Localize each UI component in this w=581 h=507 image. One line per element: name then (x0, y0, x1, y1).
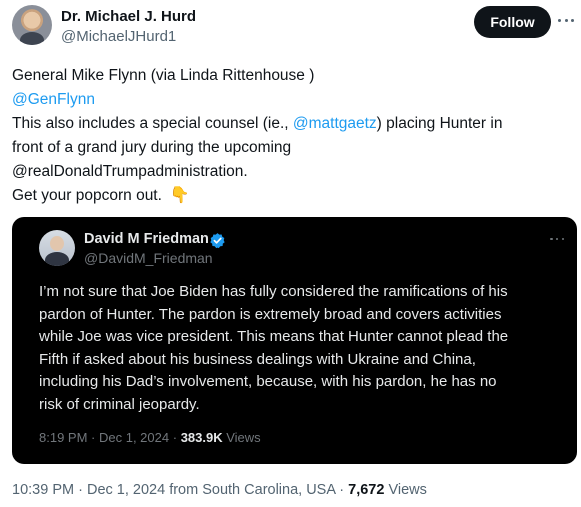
mention-mattgaetz[interactable]: @mattgaetz (293, 115, 377, 132)
author-name[interactable]: Dr. Michael J. Hurd (61, 8, 196, 25)
tweet-date[interactable]: Dec 1, 2024 (87, 482, 165, 498)
author-handle[interactable]: @MichaelJHurd1 (61, 28, 176, 45)
tweet-line-5: @realDonaldTrumpadministration. (12, 163, 248, 180)
more-options-icon[interactable] (558, 12, 574, 28)
quoted-line-2: pardon of Hunter. The pardon is extremel… (39, 305, 502, 323)
quoted-tweet-text: I’m not sure that Joe Biden has fully co… (39, 281, 564, 416)
tweet-views-count: 7,672 (348, 482, 385, 498)
tweet-line-6: Get your popcorn out. (12, 187, 162, 204)
quoted-time[interactable]: 8:19 PM (39, 430, 87, 445)
quoted-line-6: risk of criminal jeopardy. (39, 395, 200, 413)
tweet-line-4: front of a grand jury during the upcomin… (12, 139, 292, 156)
quoted-author-avatar[interactable] (39, 230, 75, 266)
quoted-tweet-card[interactable]: David M Friedman @DavidM_Friedman I’m no… (12, 217, 577, 464)
quoted-line-5: including his Dad’s involvement, because… (39, 373, 497, 390)
quoted-author-name[interactable]: David M Friedman (84, 231, 209, 247)
quoted-views-count: 383.9K (180, 430, 223, 445)
follow-button[interactable]: Follow (474, 6, 551, 38)
tweet-line-3-pre: This also includes a special counsel (ie… (12, 115, 293, 132)
tweet-views-label: Views (388, 482, 427, 498)
tweet-line-1: General Mike Flynn (via Linda Rittenhous… (12, 67, 315, 84)
quoted-tweet-meta: 8:19 PM · Dec 1, 2024 · 383.9K Views (39, 430, 261, 445)
author-avatar[interactable] (12, 5, 52, 45)
tweet-location: from South Carolina, USA (169, 482, 336, 498)
quoted-line-3: while Joe was vice president. This means… (39, 328, 509, 345)
quoted-more-options-icon[interactable] (550, 234, 564, 244)
quoted-line-1: I’m not sure that Joe Biden has fully co… (39, 283, 508, 300)
tweet-time[interactable]: 10:39 PM (12, 482, 74, 498)
tweet-line-3-post: ) placing Hunter in (376, 115, 503, 132)
quoted-line-4: Fifth if asked about his business dealin… (39, 350, 476, 368)
tweet-meta: 10:39 PM · Dec 1, 2024 from South Caroli… (12, 482, 427, 498)
quoted-author-handle[interactable]: @DavidM_Friedman (84, 250, 213, 266)
mention-genflynn[interactable]: @GenFlynn (12, 91, 95, 108)
quoted-date[interactable]: Dec 1, 2024 (99, 430, 169, 445)
finger-pointing-down-icon: 👇 (169, 187, 190, 204)
quoted-views-label: Views (226, 430, 261, 445)
verified-badge-icon (210, 233, 225, 249)
tweet-text: General Mike Flynn (via Linda Rittenhous… (12, 64, 572, 208)
